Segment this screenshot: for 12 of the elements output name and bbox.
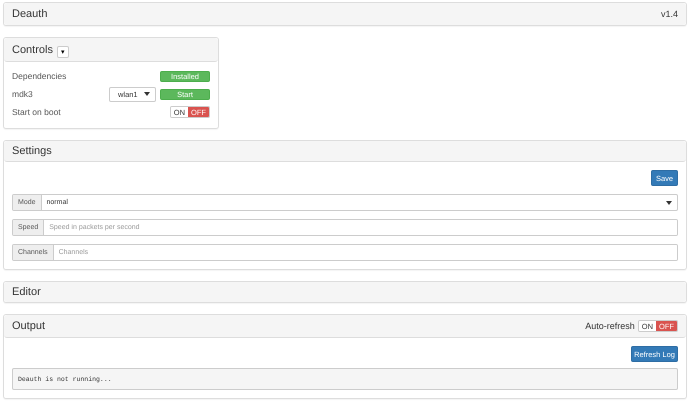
panel-title: Controls bbox=[12, 44, 53, 56]
panel-title: Settings bbox=[12, 145, 52, 157]
row-label: Start on boot bbox=[12, 107, 62, 117]
dropdown-arrow-icon bbox=[666, 200, 672, 204]
row-label: Dependencies bbox=[12, 71, 68, 81]
auto-refresh-label: Auto-refresh bbox=[585, 321, 635, 331]
dropdown-arrow-icon bbox=[144, 92, 150, 96]
version-label: v1.4 bbox=[660, 9, 678, 19]
app-title: Deauth bbox=[12, 8, 48, 20]
row-label: mdk3 bbox=[12, 89, 34, 99]
panel-title: Editor bbox=[12, 286, 41, 298]
panel-title: Output bbox=[12, 320, 46, 332]
